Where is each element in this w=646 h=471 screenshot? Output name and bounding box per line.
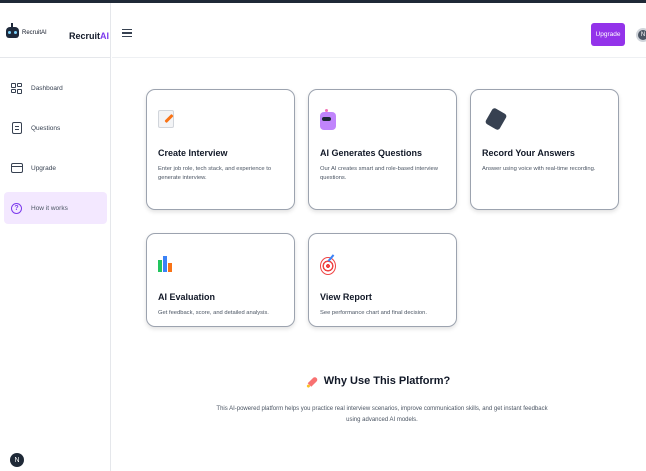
- top-header: Upgrade N: [112, 3, 646, 58]
- card-title: Record Your Answers: [482, 148, 575, 158]
- sidebar-item-how-it-works[interactable]: ? How it works: [4, 192, 107, 224]
- sidebar-item-dashboard[interactable]: Dashboard: [0, 72, 111, 104]
- sidebar-brand: RecruitAI RecruitAI: [0, 3, 111, 58]
- header-avatar[interactable]: N: [636, 28, 646, 42]
- brand-title-suffix: AI: [100, 31, 110, 41]
- upgrade-button[interactable]: Upgrade: [591, 23, 625, 46]
- hamburger-icon[interactable]: [122, 29, 132, 37]
- why-title-text: Why Use This Platform?: [323, 375, 451, 387]
- sidebar-item-upgrade[interactable]: Upgrade: [0, 152, 111, 184]
- sidebar-item-label: Questions: [31, 124, 61, 132]
- card-description: Get feedback, score, and detailed analys…: [158, 310, 269, 316]
- card-title: Create Interview: [158, 148, 228, 158]
- robot-logo-icon: [6, 23, 19, 38]
- bar-chart-icon: [158, 254, 174, 272]
- help-circle-icon: ?: [10, 202, 23, 215]
- document-pencil-icon: [158, 110, 174, 128]
- brand-small-name: RecruitAI: [22, 29, 47, 36]
- microphone-icon: [484, 107, 508, 131]
- brand-logo[interactable]: RecruitAI: [6, 23, 47, 38]
- robot-icon: [320, 109, 336, 130]
- sidebar-item-questions[interactable]: Questions: [0, 112, 111, 144]
- step-card-view-report[interactable]: View Report See performance chart and fi…: [308, 233, 457, 327]
- step-card-create-interview[interactable]: Create Interview Enter job role, tech st…: [146, 89, 295, 210]
- sidebar-item-label: Dashboard: [31, 84, 63, 92]
- rocket-icon: [307, 375, 319, 387]
- card-title: AI Generates Questions: [320, 148, 423, 158]
- why-section-title: Why Use This Platform?: [112, 375, 646, 387]
- brand-title: RecruitAI: [69, 31, 109, 41]
- card-description: See performance chart and final decision…: [320, 310, 427, 316]
- card-title: View Report: [320, 292, 372, 302]
- sidebar-nav: Dashboard Questions Upgrade ? How it wor…: [0, 72, 111, 232]
- credit-card-icon: [10, 162, 23, 175]
- why-section-description: This AI-powered platform helps you pract…: [216, 406, 548, 423]
- card-description: Enter job role, tech stack, and experien…: [158, 166, 272, 181]
- card-description: Our AI creates smart and role-based inte…: [320, 166, 438, 181]
- dashboard-grid-icon: [10, 82, 23, 95]
- how-it-works-content: Create Interview Enter job role, tech st…: [112, 58, 646, 471]
- target-icon: [320, 257, 336, 275]
- card-description: Answer using voice with real-time record…: [482, 166, 596, 172]
- sidebar-item-label: How it works: [31, 204, 68, 212]
- user-avatar[interactable]: N: [10, 453, 24, 467]
- sidebar: RecruitAI RecruitAI Dashboard Questions …: [0, 3, 111, 471]
- step-card-ai-evaluation[interactable]: AI Evaluation Get feedback, score, and d…: [146, 233, 295, 327]
- step-card-record-your-answers[interactable]: Record Your Answers Answer using voice w…: [470, 89, 619, 210]
- step-card-ai-generates-questions[interactable]: AI Generates Questions Our AI creates sm…: [308, 89, 457, 210]
- document-icon: [10, 122, 23, 135]
- card-title: AI Evaluation: [158, 292, 216, 302]
- brand-title-prefix: Recruit: [69, 31, 101, 41]
- sidebar-item-label: Upgrade: [31, 164, 56, 172]
